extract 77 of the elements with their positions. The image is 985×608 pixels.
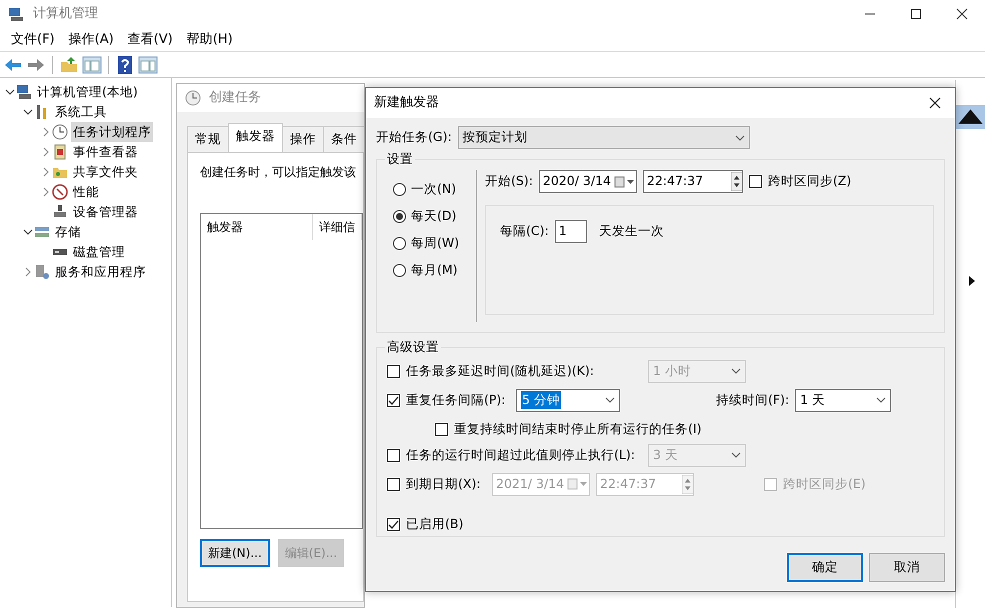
checkbox-label: 任务最多延迟时间(随机延迟)(K): — [406, 362, 595, 380]
radio-label: 每天(D) — [411, 207, 456, 226]
gauge-icon — [52, 184, 68, 200]
computer-icon — [8, 6, 24, 22]
radio-button[interactable] — [393, 264, 406, 277]
log-icon — [52, 144, 68, 160]
panel-icon[interactable] — [82, 54, 102, 74]
checkbox[interactable] — [748, 175, 762, 188]
button[interactable]: 取消 — [869, 553, 945, 582]
number-field[interactable]: 1 — [554, 220, 587, 243]
dialog-title: 新建触发器 — [374, 94, 439, 112]
checkbox[interactable] — [387, 394, 400, 406]
tree-item[interactable]: 任务计划程序 — [71, 122, 153, 142]
column-header: 触发器 — [201, 214, 313, 240]
window-title: 计算机管理 — [33, 5, 98, 24]
services-icon — [34, 264, 50, 280]
checkbox-label: 到期日期(X): — [406, 474, 482, 493]
column-header: 详细信 — [313, 214, 362, 240]
checkbox[interactable] — [387, 478, 400, 490]
checkbox[interactable] — [764, 478, 777, 490]
dropdown[interactable]: 5 分钟 — [516, 388, 620, 412]
description-text: 创建任务时，可以指定触发该 — [200, 164, 357, 181]
checkbox-label: 任务的运行时间超过此值则停止执行(L): — [406, 446, 636, 464]
help-icon[interactable] — [115, 54, 135, 74]
folder-up-icon[interactable] — [59, 54, 79, 74]
time-field[interactable]: 22:47:37 — [642, 170, 743, 193]
menu-item[interactable]: 查看(V) — [120, 30, 180, 50]
tab[interactable]: 常规 — [187, 126, 229, 152]
clock-icon — [52, 124, 68, 140]
menu-item[interactable]: 操作(A) — [62, 30, 121, 50]
menu-item[interactable]: 文件(F) — [4, 30, 62, 50]
calendar-icon[interactable] — [614, 176, 636, 188]
tree-item[interactable]: 事件查看器 — [71, 142, 140, 162]
tab[interactable]: 触发器 — [228, 123, 283, 152]
field-label: 开始任务(G): — [376, 128, 452, 146]
dropdown[interactable]: 按预定计划 — [458, 126, 750, 149]
checkbox-label: 已启用(B) — [406, 514, 464, 533]
checkbox-label: 跨时区同步(E) — [783, 474, 866, 493]
checkbox[interactable] — [387, 518, 400, 530]
clock-icon — [185, 90, 201, 106]
tree-item[interactable]: 性能 — [71, 182, 101, 202]
check-icon — [388, 518, 399, 530]
checkbox[interactable] — [387, 448, 400, 462]
window-title: 创建任务 — [209, 89, 261, 108]
radio-button[interactable] — [393, 237, 406, 250]
device-icon — [52, 204, 68, 220]
field-label: 开始(S): — [485, 172, 533, 190]
checkbox-label: 重复持续时间结束时停止所有运行的任务(I) — [454, 420, 702, 438]
tree-item[interactable]: 存储 — [53, 222, 83, 242]
tree-item[interactable]: 设备管理器 — [71, 202, 140, 222]
tree-item[interactable]: 服务和应用程序 — [53, 262, 148, 282]
tree-item[interactable]: 磁盘管理 — [71, 242, 127, 262]
field-label: 每隔(C): — [500, 222, 549, 240]
menu-item[interactable]: 帮助(H) — [180, 30, 240, 50]
date-field[interactable]: 2020/ 3/14 — [538, 170, 637, 193]
field-label: 持续时间(F): — [716, 390, 790, 409]
spinner-icon[interactable] — [730, 172, 742, 191]
check-icon — [388, 394, 399, 406]
checkbox[interactable] — [387, 364, 400, 378]
radio-label: 每月(M) — [411, 261, 458, 280]
radio-label: 每周(W) — [411, 234, 460, 252]
button[interactable]: 确定 — [786, 553, 863, 582]
field-label: 天发生一次 — [598, 222, 664, 240]
expand-arrow-icon[interactable] — [968, 275, 976, 287]
computer-icon — [16, 84, 32, 100]
tree-item[interactable]: 计算机管理(本地) — [35, 82, 140, 102]
radio-button[interactable] — [393, 210, 406, 223]
button[interactable]: 新建(N)... — [200, 538, 270, 567]
dropdown[interactable]: 1 天 — [795, 388, 892, 412]
checkbox-label: 重复任务间隔(P): — [406, 390, 507, 409]
tree-item[interactable]: 共享文件夹 — [71, 162, 140, 182]
radio-label: 一次(N) — [411, 180, 456, 198]
storage-icon — [34, 224, 50, 240]
checkbox-label: 跨时区同步(Z) — [768, 172, 852, 190]
radio-button[interactable] — [393, 183, 406, 196]
tree-item[interactable]: 系统工具 — [53, 102, 109, 122]
checkbox[interactable] — [435, 422, 448, 436]
